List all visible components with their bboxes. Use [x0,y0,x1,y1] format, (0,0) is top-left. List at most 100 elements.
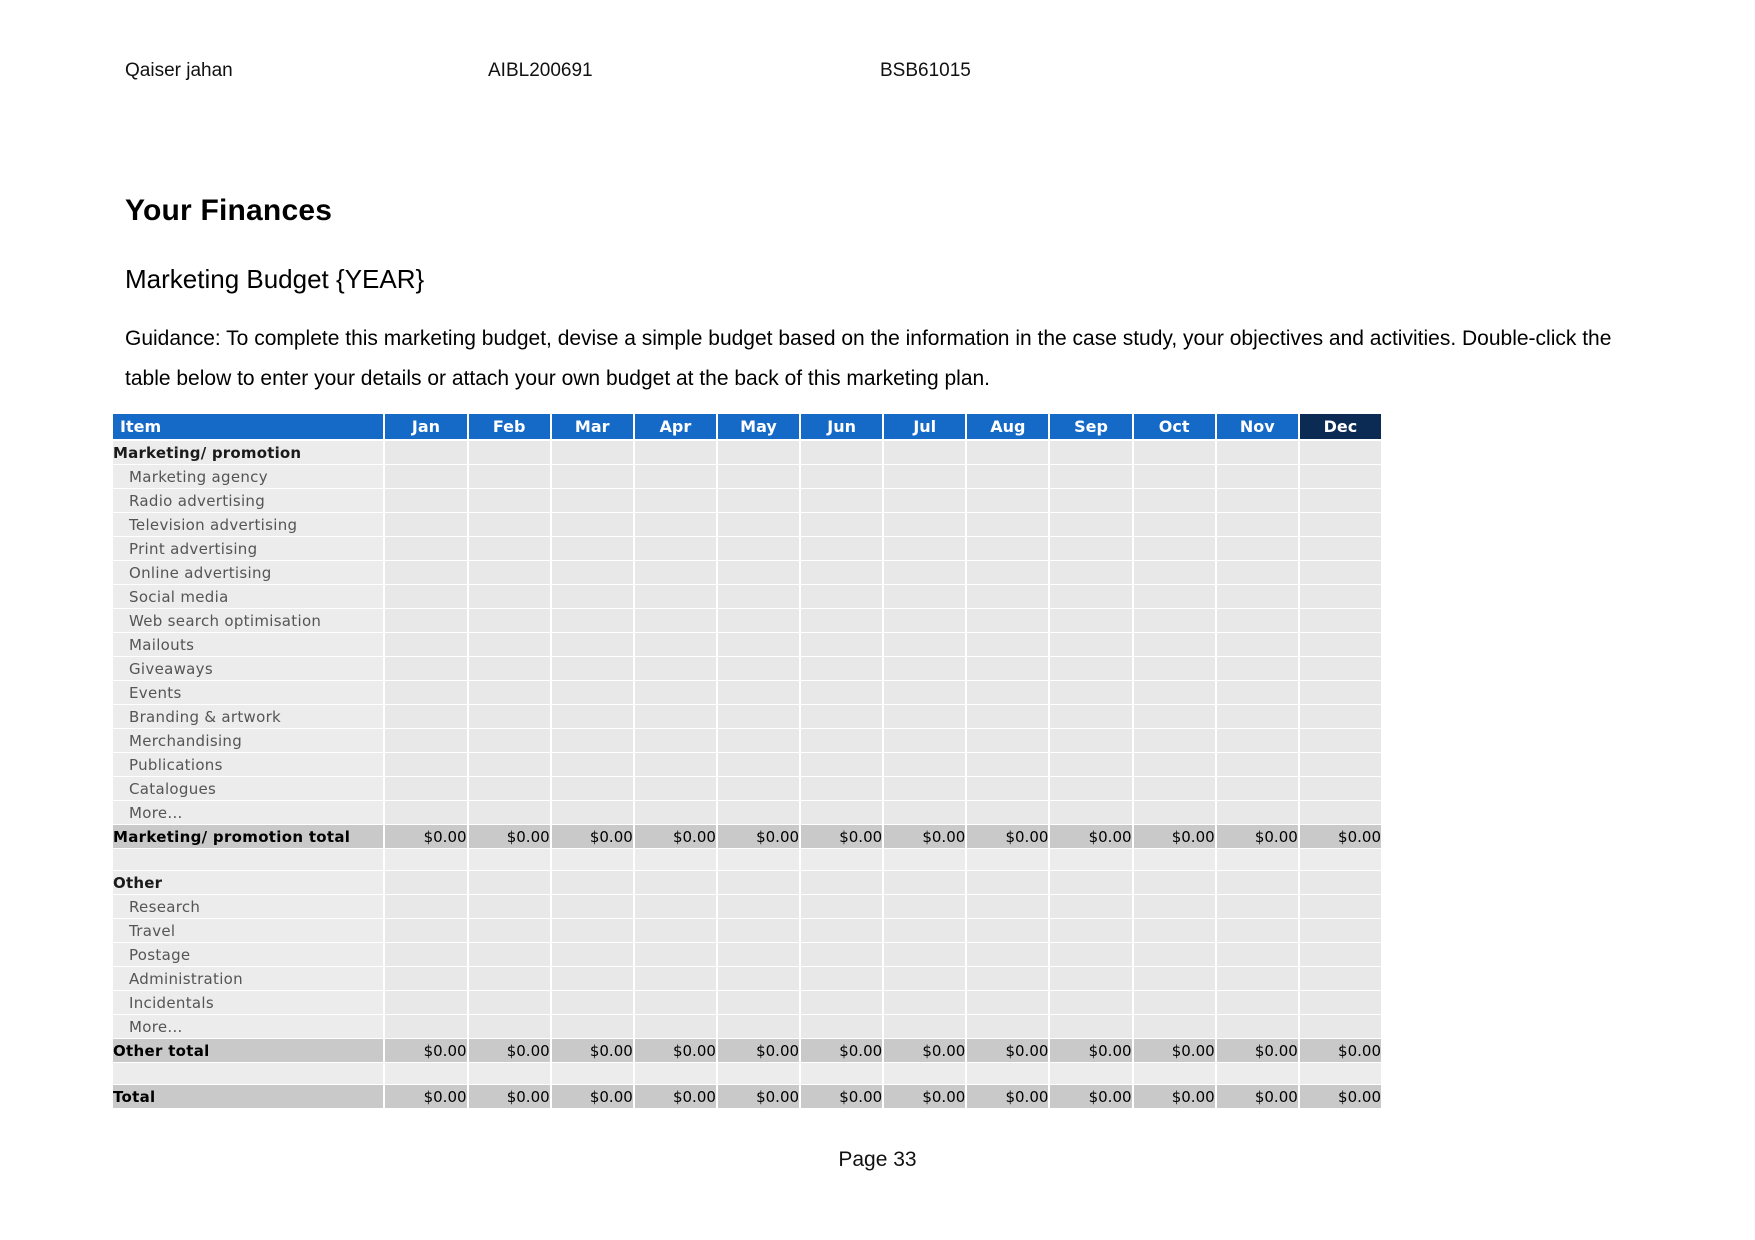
cell-dec[interactable] [1299,585,1383,609]
cell-jan[interactable] [385,729,469,753]
cell-sep[interactable] [1050,871,1134,895]
cell-jun[interactable] [801,967,885,991]
cell-jan[interactable] [385,1015,469,1039]
cell-mar[interactable] [551,919,635,943]
cell-mar[interactable] [551,1063,635,1085]
cell-jul[interactable] [884,465,968,489]
cell-jun[interactable] [801,729,885,753]
cell-may[interactable] [717,1015,802,1039]
cell-mar[interactable]: $0.00 [551,1085,635,1109]
cell-nov[interactable] [1216,489,1300,513]
cell-feb[interactable] [468,537,552,561]
cell-sep[interactable] [1050,609,1134,633]
cell-sep[interactable] [1050,537,1134,561]
cell-mar[interactable] [551,633,635,657]
cell-aug[interactable] [967,753,1051,777]
cell-sep[interactable] [1050,465,1134,489]
cell-dec[interactable] [1299,919,1383,943]
cell-jun[interactable] [801,777,885,801]
cell-jan[interactable] [385,871,469,895]
cell-aug[interactable] [967,465,1051,489]
table-row[interactable]: Other total $0.00 $0.00 $0.00 $0.00 $0.00 $0.0… [113,1039,1383,1063]
cell-apr[interactable] [634,681,718,705]
table-row[interactable]: Other [113,871,1383,895]
cell-may[interactable] [717,967,802,991]
cell-dec[interactable] [1299,849,1383,871]
cell-jun[interactable] [801,585,885,609]
cell-jun[interactable] [801,1015,885,1039]
cell-oct[interactable] [1133,681,1217,705]
table-row[interactable]: Postage [113,943,1383,967]
cell-jan[interactable] [385,513,469,537]
cell-mar[interactable] [551,489,635,513]
cell-mar[interactable] [551,801,635,825]
cell-jan[interactable] [385,1063,469,1085]
cell-nov[interactable] [1216,943,1300,967]
cell-feb[interactable] [468,441,552,465]
cell-aug[interactable] [967,777,1051,801]
cell-oct[interactable]: $0.00 [1133,1085,1217,1109]
column-header-item[interactable]: Item [113,414,386,441]
cell-jun[interactable] [801,919,885,943]
cell-oct[interactable] [1133,633,1217,657]
cell-aug[interactable] [967,489,1051,513]
cell-nov[interactable] [1216,871,1300,895]
cell-apr[interactable] [634,513,718,537]
cell-dec[interactable] [1299,441,1383,465]
cell-jul[interactable] [884,585,968,609]
cell-nov[interactable] [1216,849,1300,871]
cell-jun[interactable] [801,871,885,895]
cell-apr[interactable] [634,895,718,919]
cell-apr[interactable] [634,441,718,465]
cell-sep[interactable] [1050,729,1134,753]
cell-dec[interactable] [1299,943,1383,967]
column-header-jan[interactable]: Jan [385,414,469,441]
cell-feb[interactable] [468,1015,552,1039]
cell-feb[interactable] [468,943,552,967]
cell-nov[interactable] [1216,537,1300,561]
cell-apr[interactable] [634,753,718,777]
cell-feb[interactable] [468,801,552,825]
cell-apr[interactable] [634,561,718,585]
cell-apr[interactable] [634,801,718,825]
cell-apr[interactable] [634,489,718,513]
cell-may[interactable] [717,871,802,895]
cell-jul[interactable] [884,753,968,777]
cell-jun[interactable] [801,513,885,537]
cell-jul[interactable] [884,895,968,919]
cell-jul[interactable] [884,849,968,871]
cell-oct[interactable] [1133,441,1217,465]
cell-aug[interactable] [967,943,1051,967]
cell-aug[interactable] [967,729,1051,753]
cell-aug[interactable] [967,919,1051,943]
cell-may[interactable] [717,561,802,585]
cell-may[interactable] [717,657,802,681]
cell-feb[interactable]: $0.00 [468,1039,552,1063]
marketing-budget-table[interactable]: Item Jan Feb Mar Apr May Jun Jul Aug Sep Oct Nov Dec… [113,414,1383,1109]
cell-jan[interactable] [385,801,469,825]
table-body[interactable]: Marketing/ promotion Marketing agency Radi… [113,441,1383,1109]
cell-dec[interactable] [1299,681,1383,705]
cell-may[interactable] [717,753,802,777]
cell-apr[interactable] [634,609,718,633]
cell-sep[interactable] [1050,633,1134,657]
column-header-mar[interactable]: Mar [551,414,635,441]
cell-jun[interactable] [801,489,885,513]
table-row[interactable]: Incidentals [113,991,1383,1015]
cell-nov[interactable]: $0.00 [1216,1039,1300,1063]
cell-jul[interactable] [884,489,968,513]
cell-feb[interactable] [468,729,552,753]
cell-feb[interactable] [468,967,552,991]
column-header-sep[interactable]: Sep [1050,414,1134,441]
cell-jul[interactable] [884,991,968,1015]
cell-feb[interactable] [468,895,552,919]
cell-may[interactable] [717,801,802,825]
cell-aug[interactable] [967,895,1051,919]
cell-nov[interactable]: $0.00 [1216,825,1300,849]
table-row[interactable]: Radio advertising [113,489,1383,513]
cell-apr[interactable]: $0.00 [634,1085,718,1109]
cell-oct[interactable] [1133,729,1217,753]
cell-mar[interactable]: $0.00 [551,1039,635,1063]
cell-dec[interactable] [1299,489,1383,513]
table-row[interactable]: Events [113,681,1383,705]
